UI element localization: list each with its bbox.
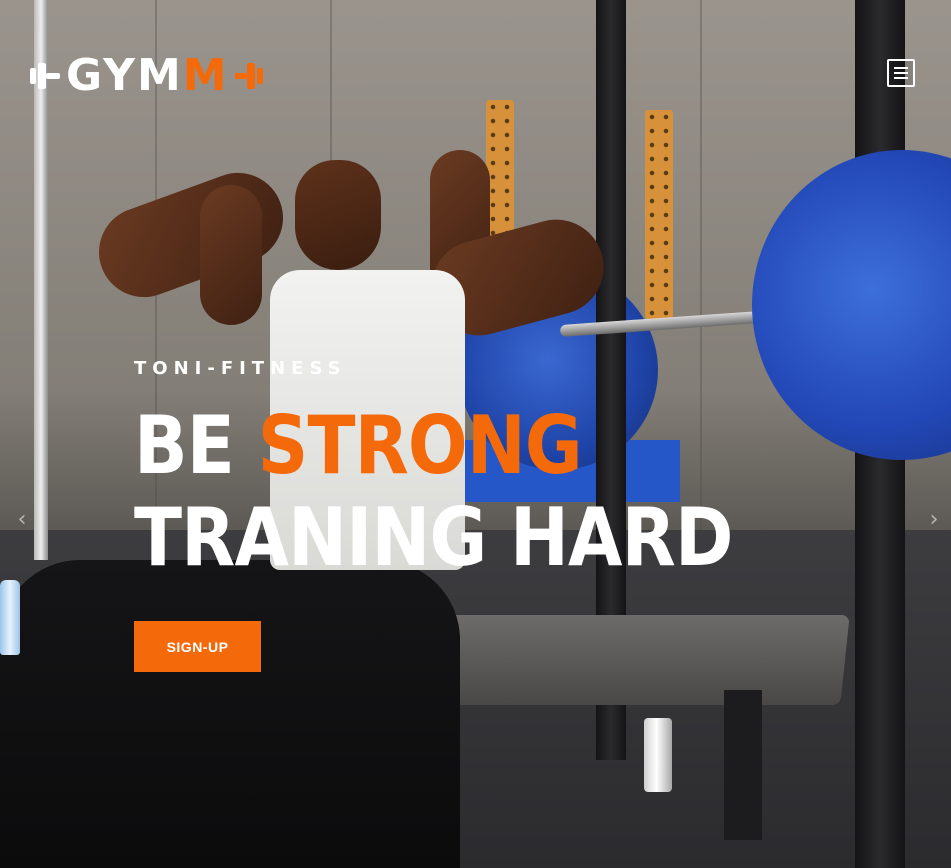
person-arm [86,160,296,310]
drink-can [644,718,672,792]
prev-slide-icon[interactable]: ‹ [12,508,32,532]
signup-button[interactable]: SIGN-UP [134,621,261,672]
water-bottle [0,580,20,655]
hero-headline: BE STRONG TRANING HARD [134,399,733,584]
dumbbell-icon [30,61,60,91]
hero-slider: GYMM TONI-FITNESS BE STRONG TRANING HARD… [0,0,951,868]
person-legs [0,560,460,868]
hamburger-menu-icon[interactable] [887,59,915,87]
pegboard [486,100,514,250]
dumbbell-icon [234,61,265,91]
site-logo[interactable]: GYMM [30,54,265,98]
headline-accent: STRONG [257,399,583,492]
person-head [295,160,381,270]
next-slide-icon[interactable]: › [924,508,944,532]
bench-leg [724,690,762,840]
logo-text: GYMM [66,50,229,101]
person-arm [200,185,262,325]
hero-eyebrow: TONI-FITNESS [134,358,347,379]
pegboard [645,110,673,320]
